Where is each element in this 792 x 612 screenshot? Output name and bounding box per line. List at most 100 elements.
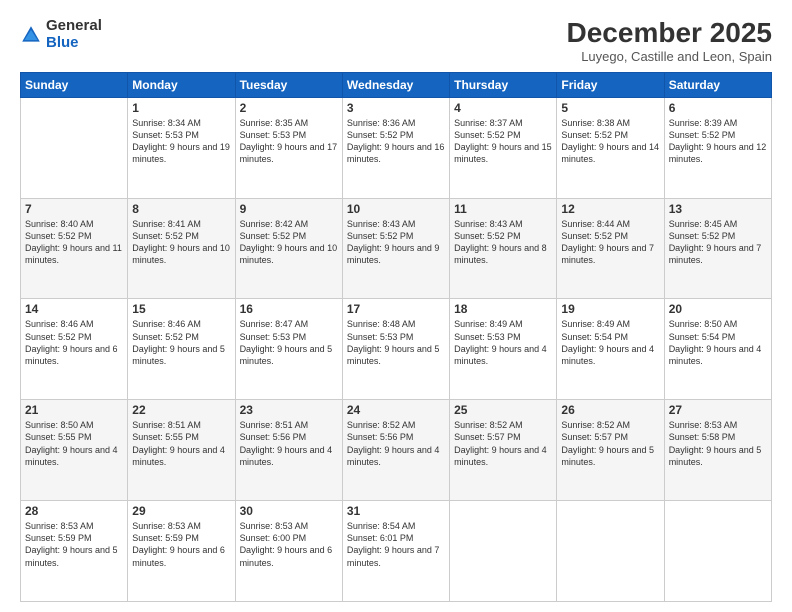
cell-daylight: Daylight: 9 hours and 4 minutes.: [347, 445, 440, 467]
cell-daylight: Daylight: 9 hours and 15 minutes.: [454, 142, 552, 164]
cell-sunrise: Sunrise: 8:35 AM: [240, 118, 309, 128]
day-number: 3: [347, 101, 445, 115]
table-row: 6 Sunrise: 8:39 AM Sunset: 5:52 PM Dayli…: [664, 97, 771, 198]
table-row: 25 Sunrise: 8:52 AM Sunset: 5:57 PM Dayl…: [450, 400, 557, 501]
calendar-week-row: 1 Sunrise: 8:34 AM Sunset: 5:53 PM Dayli…: [21, 97, 772, 198]
cell-sunrise: Sunrise: 8:43 AM: [347, 219, 416, 229]
day-number: 10: [347, 202, 445, 216]
cell-daylight: Daylight: 9 hours and 16 minutes.: [347, 142, 445, 164]
cell-daylight: Daylight: 9 hours and 5 minutes.: [25, 545, 118, 567]
table-row: 3 Sunrise: 8:36 AM Sunset: 5:52 PM Dayli…: [342, 97, 449, 198]
day-number: 25: [454, 403, 552, 417]
day-number: 14: [25, 302, 123, 316]
table-row: 5 Sunrise: 8:38 AM Sunset: 5:52 PM Dayli…: [557, 97, 664, 198]
table-row: 20 Sunrise: 8:50 AM Sunset: 5:54 PM Dayl…: [664, 299, 771, 400]
cell-daylight: Daylight: 9 hours and 6 minutes.: [240, 545, 333, 567]
cell-sunset: Sunset: 5:57 PM: [454, 432, 521, 442]
cell-sunset: Sunset: 5:53 PM: [132, 130, 199, 140]
table-row: 24 Sunrise: 8:52 AM Sunset: 5:56 PM Dayl…: [342, 400, 449, 501]
cell-sunrise: Sunrise: 8:42 AM: [240, 219, 309, 229]
cell-sunset: Sunset: 5:52 PM: [561, 130, 628, 140]
cell-daylight: Daylight: 9 hours and 10 minutes.: [240, 243, 338, 265]
logo-text: General Blue: [46, 18, 102, 51]
cell-sunrise: Sunrise: 8:52 AM: [454, 420, 523, 430]
cell-daylight: Daylight: 9 hours and 7 minutes.: [347, 545, 440, 567]
cell-sunset: Sunset: 5:53 PM: [454, 332, 521, 342]
cell-daylight: Daylight: 9 hours and 4 minutes.: [240, 445, 333, 467]
day-number: 24: [347, 403, 445, 417]
table-row: 12 Sunrise: 8:44 AM Sunset: 5:52 PM Dayl…: [557, 198, 664, 299]
cell-daylight: Daylight: 9 hours and 12 minutes.: [669, 142, 767, 164]
cell-sunset: Sunset: 5:55 PM: [132, 432, 199, 442]
cell-sunrise: Sunrise: 8:52 AM: [347, 420, 416, 430]
cell-sunset: Sunset: 5:52 PM: [669, 231, 736, 241]
cell-sunset: Sunset: 5:52 PM: [347, 231, 414, 241]
cell-sunset: Sunset: 5:54 PM: [561, 332, 628, 342]
cell-sunrise: Sunrise: 8:49 AM: [454, 319, 523, 329]
cell-sunrise: Sunrise: 8:40 AM: [25, 219, 94, 229]
cell-sunset: Sunset: 5:52 PM: [347, 130, 414, 140]
col-wednesday: Wednesday: [342, 72, 449, 97]
cell-sunrise: Sunrise: 8:38 AM: [561, 118, 630, 128]
cell-sunrise: Sunrise: 8:39 AM: [669, 118, 738, 128]
table-row: 21 Sunrise: 8:50 AM Sunset: 5:55 PM Dayl…: [21, 400, 128, 501]
day-number: 21: [25, 403, 123, 417]
table-row: 26 Sunrise: 8:52 AM Sunset: 5:57 PM Dayl…: [557, 400, 664, 501]
table-row: [664, 501, 771, 602]
cell-sunset: Sunset: 5:52 PM: [561, 231, 628, 241]
day-number: 22: [132, 403, 230, 417]
table-row: [21, 97, 128, 198]
calendar-week-row: 21 Sunrise: 8:50 AM Sunset: 5:55 PM Dayl…: [21, 400, 772, 501]
table-row: 19 Sunrise: 8:49 AM Sunset: 5:54 PM Dayl…: [557, 299, 664, 400]
cell-daylight: Daylight: 9 hours and 5 minutes.: [240, 344, 333, 366]
table-row: 17 Sunrise: 8:48 AM Sunset: 5:53 PM Dayl…: [342, 299, 449, 400]
location: Luyego, Castille and Leon, Spain: [567, 49, 772, 64]
table-row: 1 Sunrise: 8:34 AM Sunset: 5:53 PM Dayli…: [128, 97, 235, 198]
cell-daylight: Daylight: 9 hours and 4 minutes.: [454, 445, 547, 467]
cell-daylight: Daylight: 9 hours and 6 minutes.: [132, 545, 225, 567]
cell-daylight: Daylight: 9 hours and 5 minutes.: [347, 344, 440, 366]
calendar-header-row: Sunday Monday Tuesday Wednesday Thursday…: [21, 72, 772, 97]
calendar-week-row: 7 Sunrise: 8:40 AM Sunset: 5:52 PM Dayli…: [21, 198, 772, 299]
cell-daylight: Daylight: 9 hours and 7 minutes.: [561, 243, 654, 265]
logo-general: General: [46, 17, 102, 34]
cell-sunset: Sunset: 5:54 PM: [669, 332, 736, 342]
table-row: 13 Sunrise: 8:45 AM Sunset: 5:52 PM Dayl…: [664, 198, 771, 299]
cell-daylight: Daylight: 9 hours and 4 minutes.: [25, 445, 118, 467]
cell-sunrise: Sunrise: 8:44 AM: [561, 219, 630, 229]
cell-sunset: Sunset: 5:52 PM: [25, 332, 92, 342]
cell-daylight: Daylight: 9 hours and 17 minutes.: [240, 142, 338, 164]
cell-sunrise: Sunrise: 8:34 AM: [132, 118, 201, 128]
title-block: December 2025 Luyego, Castille and Leon,…: [567, 18, 772, 64]
cell-sunrise: Sunrise: 8:37 AM: [454, 118, 523, 128]
table-row: 31 Sunrise: 8:54 AM Sunset: 6:01 PM Dayl…: [342, 501, 449, 602]
day-number: 28: [25, 504, 123, 518]
col-friday: Friday: [557, 72, 664, 97]
table-row: 4 Sunrise: 8:37 AM Sunset: 5:52 PM Dayli…: [450, 97, 557, 198]
cell-daylight: Daylight: 9 hours and 10 minutes.: [132, 243, 230, 265]
cell-daylight: Daylight: 9 hours and 5 minutes.: [561, 445, 654, 467]
cell-sunset: Sunset: 5:52 PM: [132, 332, 199, 342]
day-number: 4: [454, 101, 552, 115]
table-row: 16 Sunrise: 8:47 AM Sunset: 5:53 PM Dayl…: [235, 299, 342, 400]
cell-sunrise: Sunrise: 8:51 AM: [240, 420, 309, 430]
cell-sunrise: Sunrise: 8:36 AM: [347, 118, 416, 128]
table-row: 18 Sunrise: 8:49 AM Sunset: 5:53 PM Dayl…: [450, 299, 557, 400]
table-row: 28 Sunrise: 8:53 AM Sunset: 5:59 PM Dayl…: [21, 501, 128, 602]
cell-sunrise: Sunrise: 8:53 AM: [132, 521, 201, 531]
day-number: 7: [25, 202, 123, 216]
cell-sunrise: Sunrise: 8:53 AM: [669, 420, 738, 430]
table-row: 14 Sunrise: 8:46 AM Sunset: 5:52 PM Dayl…: [21, 299, 128, 400]
cell-sunrise: Sunrise: 8:45 AM: [669, 219, 738, 229]
table-row: 7 Sunrise: 8:40 AM Sunset: 5:52 PM Dayli…: [21, 198, 128, 299]
table-row: 15 Sunrise: 8:46 AM Sunset: 5:52 PM Dayl…: [128, 299, 235, 400]
cell-sunset: Sunset: 5:52 PM: [240, 231, 307, 241]
cell-sunset: Sunset: 5:57 PM: [561, 432, 628, 442]
cell-sunrise: Sunrise: 8:43 AM: [454, 219, 523, 229]
day-number: 9: [240, 202, 338, 216]
calendar-week-row: 14 Sunrise: 8:46 AM Sunset: 5:52 PM Dayl…: [21, 299, 772, 400]
table-row: 8 Sunrise: 8:41 AM Sunset: 5:52 PM Dayli…: [128, 198, 235, 299]
cell-daylight: Daylight: 9 hours and 19 minutes.: [132, 142, 230, 164]
cell-sunset: Sunset: 5:52 PM: [454, 231, 521, 241]
cell-sunrise: Sunrise: 8:50 AM: [669, 319, 738, 329]
